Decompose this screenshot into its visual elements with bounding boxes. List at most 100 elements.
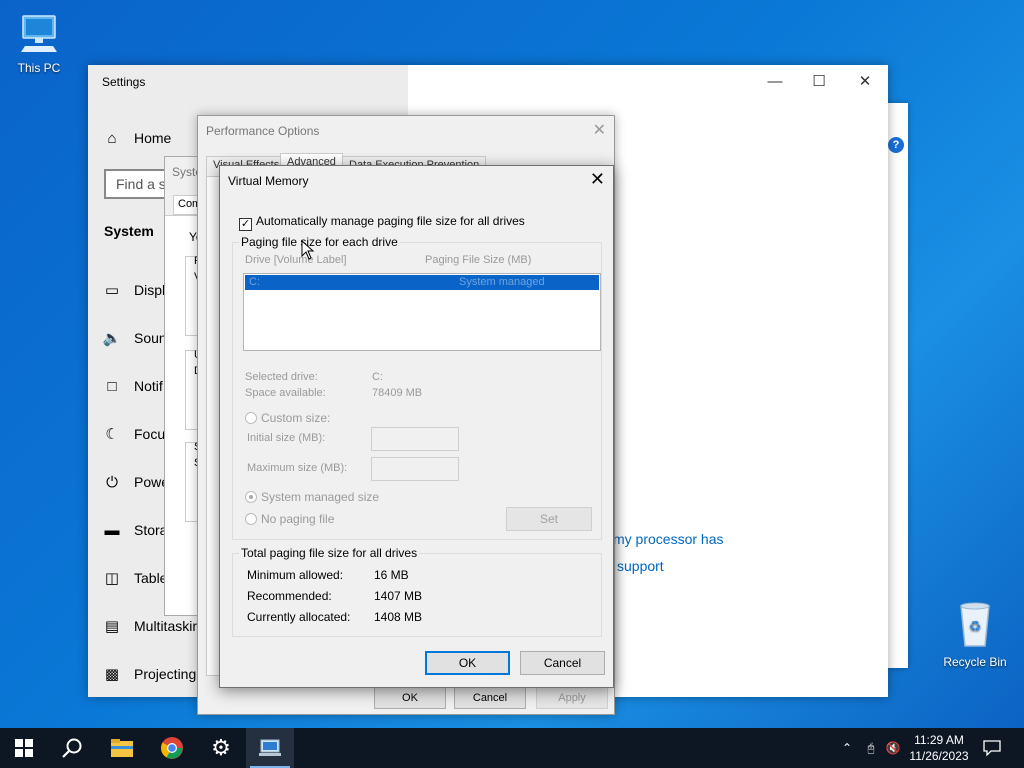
volume-muted-icon: 🔇 xyxy=(885,741,901,755)
search-button[interactable] xyxy=(48,728,96,768)
auto-manage-label: Automatically manage paging file size fo… xyxy=(256,214,525,228)
custom-size-option[interactable]: Custom size: xyxy=(245,411,330,425)
nav-label: Soun xyxy=(134,330,167,346)
windows-start-icon xyxy=(15,739,33,757)
help-icon[interactable]: ? xyxy=(888,137,904,153)
close-icon[interactable]: ✕ xyxy=(590,169,605,190)
notification-icon: □ xyxy=(107,377,117,395)
desktop-icon-recycle-bin[interactable]: ♻ Recycle Bin xyxy=(940,600,1010,669)
space-available-label: Space available: xyxy=(245,387,326,399)
auto-manage-checkbox[interactable]: ✓ xyxy=(239,218,252,231)
projecting-icon: ▩ xyxy=(104,666,120,683)
virtual-memory-title: Virtual Memory xyxy=(228,174,309,188)
total-group-label: Total paging file size for all drives xyxy=(239,546,420,560)
this-pc-icon xyxy=(4,10,74,57)
maximum-size-label: Maximum size (MB): xyxy=(247,462,348,474)
paging-group-label: Paging file size for each drive xyxy=(239,235,400,249)
drive-row[interactable]: C: System managed xyxy=(245,275,599,290)
custom-size-label: Custom size: xyxy=(261,411,331,425)
initial-size-label: Initial size (MB): xyxy=(247,432,326,444)
initial-size-input[interactable] xyxy=(371,427,459,451)
support-link[interactable]: support xyxy=(617,558,664,574)
network-icon: 🖰 xyxy=(867,740,875,755)
recycle-bin-label: Recycle Bin xyxy=(943,655,1007,669)
paging-file-group: Paging file size for each drive Drive [V… xyxy=(232,235,602,540)
drive-cell: C: xyxy=(249,276,260,288)
processor-link[interactable]: my processor has xyxy=(613,531,723,547)
recycle-bin-icon: ♻ xyxy=(940,600,1010,651)
close-button[interactable]: ✕ xyxy=(842,71,888,93)
taskbar-chrome[interactable] xyxy=(148,728,196,768)
auto-manage-option[interactable]: ✓ Automatically manage paging file size f… xyxy=(239,214,525,231)
network-tray[interactable]: 🖰 xyxy=(860,728,882,768)
taskbar-clock[interactable]: 11:29 AM 11/26/2023 xyxy=(900,732,978,764)
no-paging-radio[interactable] xyxy=(245,513,257,525)
performance-options-title: Performance Options xyxy=(206,124,320,138)
cancel-button[interactable]: Cancel xyxy=(454,687,526,709)
selected-drive-value: C: xyxy=(372,371,383,383)
power-icon: ⏻ xyxy=(106,473,118,491)
minimum-allowed-value: 16 MB xyxy=(374,568,409,582)
ok-button[interactable]: OK xyxy=(374,687,446,709)
chevron-up-icon: ⌃ xyxy=(841,741,853,755)
system-managed-label: System managed size xyxy=(261,490,380,504)
multitasking-icon: ▤ xyxy=(104,618,120,635)
tablet-icon: ◫ xyxy=(104,570,120,587)
system-managed-radio[interactable] xyxy=(245,491,257,503)
nav-label: Multitaskir xyxy=(134,618,198,634)
apply-button[interactable]: Apply xyxy=(536,687,608,709)
custom-size-radio[interactable] xyxy=(245,412,257,424)
nav-label: Focu xyxy=(134,426,166,442)
settings-title: Settings xyxy=(102,75,146,89)
ok-button[interactable]: OK xyxy=(425,651,510,675)
monitor-icon: ▭ xyxy=(104,282,120,299)
taskbar-file-explorer[interactable] xyxy=(98,728,146,768)
system-properties-icon xyxy=(259,739,281,756)
space-available-value: 78409 MB xyxy=(372,387,423,399)
clock-date: 11/26/2023 xyxy=(909,749,969,763)
cancel-button[interactable]: Cancel xyxy=(520,651,605,675)
total-paging-group: Total paging file size for all drives Mi… xyxy=(232,546,602,637)
no-paging-label: No paging file xyxy=(261,512,335,526)
drive-listbox[interactable]: C: System managed xyxy=(243,273,601,351)
minimize-button[interactable]: — xyxy=(752,71,798,93)
search-icon xyxy=(62,738,82,758)
minimum-allowed-label: Minimum allowed: xyxy=(247,568,344,582)
set-button[interactable]: Set xyxy=(506,507,592,531)
speaker-icon: 🔈 xyxy=(102,330,122,347)
nav-label: Stora xyxy=(134,522,168,538)
home-icon: ⌂ xyxy=(107,129,117,147)
selected-drive-label: Selected drive: xyxy=(245,371,318,383)
desktop-icon-this-pc[interactable]: This PC xyxy=(4,10,74,75)
recommended-value: 1407 MB xyxy=(374,589,423,603)
show-hidden-icons[interactable]: ⌃ xyxy=(838,728,856,768)
moon-icon: ☾ xyxy=(105,426,119,443)
mouse-cursor xyxy=(301,239,315,263)
taskbar: ⚙ ⌃ 🖰 🔇 11:29 AM 11/26/2023 xyxy=(0,728,1024,768)
column-header-drive: Drive [Volume Label] xyxy=(245,254,347,266)
currently-allocated-label: Currently allocated: xyxy=(247,610,351,624)
this-pc-label: This PC xyxy=(17,61,61,75)
clock-time: 11:29 AM xyxy=(914,733,964,747)
file-explorer-icon xyxy=(111,739,133,757)
nav-label: Notif xyxy=(134,378,163,394)
start-button[interactable] xyxy=(0,728,48,768)
size-cell: System managed xyxy=(459,276,545,288)
recommended-label: Recommended: xyxy=(247,589,332,603)
nav-label: Table xyxy=(134,570,168,586)
action-center-button[interactable] xyxy=(980,728,1004,768)
section-title: System xyxy=(104,223,154,239)
storage-icon: ▬ xyxy=(104,521,120,539)
column-header-size: Paging File Size (MB) xyxy=(425,254,532,266)
system-managed-option[interactable]: System managed size xyxy=(245,490,379,504)
close-icon[interactable]: ✕ xyxy=(593,120,606,140)
maximize-button[interactable]: ☐ xyxy=(796,71,842,93)
notification-center-icon xyxy=(983,740,1001,756)
taskbar-system-properties[interactable] xyxy=(246,728,294,768)
settings-gear-icon: ⚙ xyxy=(211,735,231,760)
no-paging-option[interactable]: No paging file xyxy=(245,512,334,526)
svg-text:♻: ♻ xyxy=(969,619,982,635)
taskbar-settings[interactable]: ⚙ xyxy=(197,728,245,768)
nav-label: Displ xyxy=(134,282,166,298)
maximum-size-input[interactable] xyxy=(371,457,459,481)
